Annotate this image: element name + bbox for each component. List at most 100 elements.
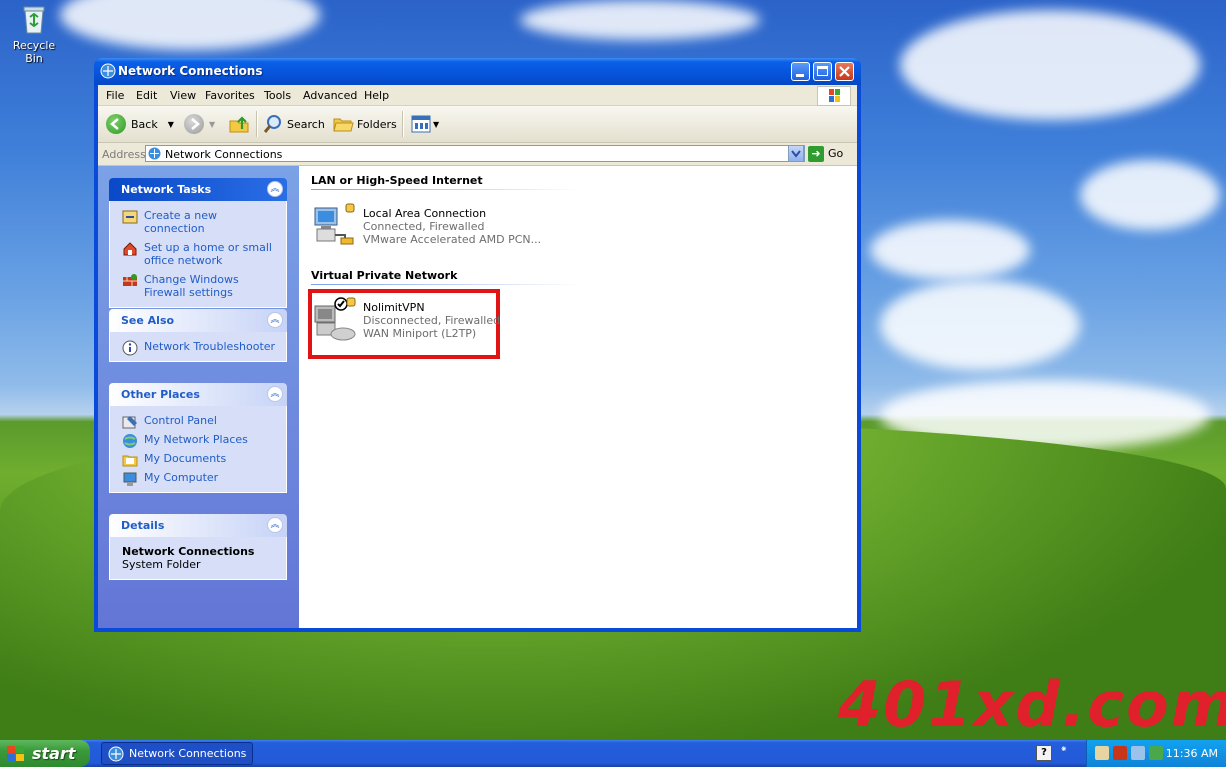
- recycle-bin-desktop-icon[interactable]: Recycle Bin: [6, 4, 62, 65]
- collapse-icon[interactable]: ︽: [267, 517, 283, 533]
- back-button[interactable]: Back ▼: [106, 113, 174, 135]
- group-vpn-title: Virtual Private Network: [311, 269, 458, 282]
- address-dropdown-button[interactable]: [788, 145, 804, 162]
- network-troubleshooter-link[interactable]: Network Troubleshooter: [122, 340, 276, 356]
- cloud: [520, 0, 760, 40]
- network-tasks-body: Create a new connection Set up a home or…: [109, 201, 287, 308]
- connection-name: NolimitVPN: [363, 301, 425, 314]
- setup-home-network-link[interactable]: Set up a home or small office network: [122, 241, 276, 267]
- go-arrow-icon: ➜: [808, 145, 824, 162]
- title-bar[interactable]: Network Connections: [94, 58, 861, 85]
- folders-button[interactable]: Folders: [332, 113, 397, 135]
- network-tray-icon[interactable]: [1095, 746, 1109, 760]
- forward-button[interactable]: ▼: [184, 113, 215, 135]
- see-also-body: Network Troubleshooter: [109, 332, 287, 362]
- close-button[interactable]: [835, 62, 854, 81]
- update-tray-icon[interactable]: [1149, 746, 1163, 760]
- task-pane: Network Tasks ︽ Create a new connection …: [98, 166, 299, 628]
- search-icon: [263, 115, 281, 133]
- network-connections-icon: [148, 147, 161, 160]
- other-places-panel: Other Places ︽ Control Panel My Network …: [109, 383, 287, 493]
- security-tray-icon[interactable]: [1113, 746, 1127, 760]
- window-client-area: File Edit View Favorites Tools Advanced …: [98, 85, 857, 628]
- network-tasks-header[interactable]: Network Tasks ︽: [109, 178, 287, 201]
- language-bar-icon[interactable]: ⁕: [1060, 745, 1068, 755]
- control-panel-text: Control Panel: [144, 414, 217, 427]
- standard-toolbar: Back ▼ ▼ Search Folders ▼: [98, 106, 857, 143]
- start-label: start: [32, 744, 76, 763]
- group-divider: [311, 284, 581, 285]
- collapse-icon[interactable]: ︽: [267, 181, 283, 197]
- network-tasks-panel: Network Tasks ︽ Create a new connection …: [109, 178, 287, 308]
- control-panel-icon: [122, 416, 137, 429]
- views-dropdown-icon[interactable]: ▼: [433, 120, 439, 129]
- search-label: Search: [287, 117, 325, 131]
- other-places-header[interactable]: Other Places ︽: [109, 383, 287, 406]
- connection-status: Connected, Firewalled: [363, 220, 485, 233]
- details-header[interactable]: Details ︽: [109, 514, 287, 537]
- forward-dropdown-icon[interactable]: ▼: [209, 120, 215, 129]
- recycle-bin-label: Recycle Bin: [12, 39, 56, 65]
- address-value: Network Connections: [165, 148, 283, 161]
- control-panel-link[interactable]: Control Panel: [122, 414, 276, 429]
- menu-tools[interactable]: Tools: [264, 89, 291, 102]
- up-folder-button[interactable]: [228, 113, 250, 135]
- create-new-connection-link[interactable]: Create a new connection: [122, 209, 276, 235]
- details-item-name: Network Connections: [122, 545, 255, 558]
- collapse-icon[interactable]: ︽: [267, 312, 283, 328]
- my-network-places-text: My Network Places: [144, 433, 248, 446]
- menu-advanced[interactable]: Advanced: [303, 89, 357, 102]
- new-connection-icon: [122, 210, 138, 224]
- toolbar-separator: [256, 111, 258, 137]
- menu-file[interactable]: File: [106, 89, 124, 102]
- clock[interactable]: 11:36 AM: [1166, 747, 1218, 760]
- my-computer-link[interactable]: My Computer: [122, 471, 276, 486]
- network-troubleshooter-text: Network Troubleshooter: [144, 340, 276, 353]
- windows-logo: [817, 86, 851, 106]
- collapse-icon[interactable]: ︽: [267, 386, 283, 402]
- menu-favorites[interactable]: Favorites: [205, 89, 255, 102]
- go-button[interactable]: ➜ Go: [808, 145, 843, 162]
- network-connections-window: Network Connections File Edit View Favor…: [94, 58, 861, 632]
- go-label: Go: [828, 147, 844, 160]
- search-button[interactable]: Search: [262, 113, 325, 135]
- menu-view[interactable]: View: [170, 89, 196, 102]
- menu-help[interactable]: Help: [364, 89, 389, 102]
- see-also-header[interactable]: See Also ︽: [109, 309, 287, 332]
- vpn-connection-icon: [314, 297, 356, 341]
- lan-connection-icon: [314, 203, 355, 245]
- address-bar: Address Network Connections ➜ Go: [98, 143, 857, 166]
- taskbar-button-network-connections[interactable]: Network Connections: [101, 742, 253, 765]
- display-tray-icon[interactable]: [1131, 746, 1145, 760]
- change-firewall-settings-text: Change Windows Firewall settings: [144, 273, 239, 299]
- windows-flag-icon: [7, 745, 24, 761]
- windows-flag-icon: [829, 89, 840, 102]
- folders-icon: [333, 118, 354, 132]
- my-documents-icon: [122, 455, 138, 467]
- menu-edit[interactable]: Edit: [136, 89, 157, 102]
- cloud: [900, 10, 1200, 120]
- change-firewall-settings-link[interactable]: Change Windows Firewall settings: [122, 273, 276, 299]
- network-connections-icon: [100, 63, 116, 79]
- minimize-button[interactable]: [791, 62, 810, 81]
- forward-arrow-icon: [184, 114, 204, 134]
- back-dropdown-icon[interactable]: ▼: [168, 120, 174, 129]
- views-button[interactable]: ▼: [410, 113, 439, 135]
- toolbar-separator: [402, 111, 404, 137]
- views-icon: [411, 115, 431, 133]
- chevron-down-icon: [791, 150, 801, 158]
- cloud: [870, 220, 1030, 280]
- my-documents-link[interactable]: My Documents: [122, 452, 276, 467]
- help-icon[interactable]: ?: [1036, 745, 1052, 761]
- menu-bar: File Edit View Favorites Tools Advanced …: [98, 85, 857, 106]
- connection-device: WAN Miniport (L2TP): [363, 327, 477, 340]
- back-label: Back: [131, 117, 158, 131]
- maximize-button[interactable]: [813, 62, 832, 81]
- home-network-icon: [123, 242, 137, 256]
- help-info-icon: [122, 340, 138, 356]
- my-network-places-link[interactable]: My Network Places: [122, 433, 276, 448]
- cloud: [1080, 160, 1220, 230]
- start-button[interactable]: start: [0, 740, 90, 767]
- cloud: [60, 0, 320, 50]
- address-field[interactable]: Network Connections: [145, 145, 805, 162]
